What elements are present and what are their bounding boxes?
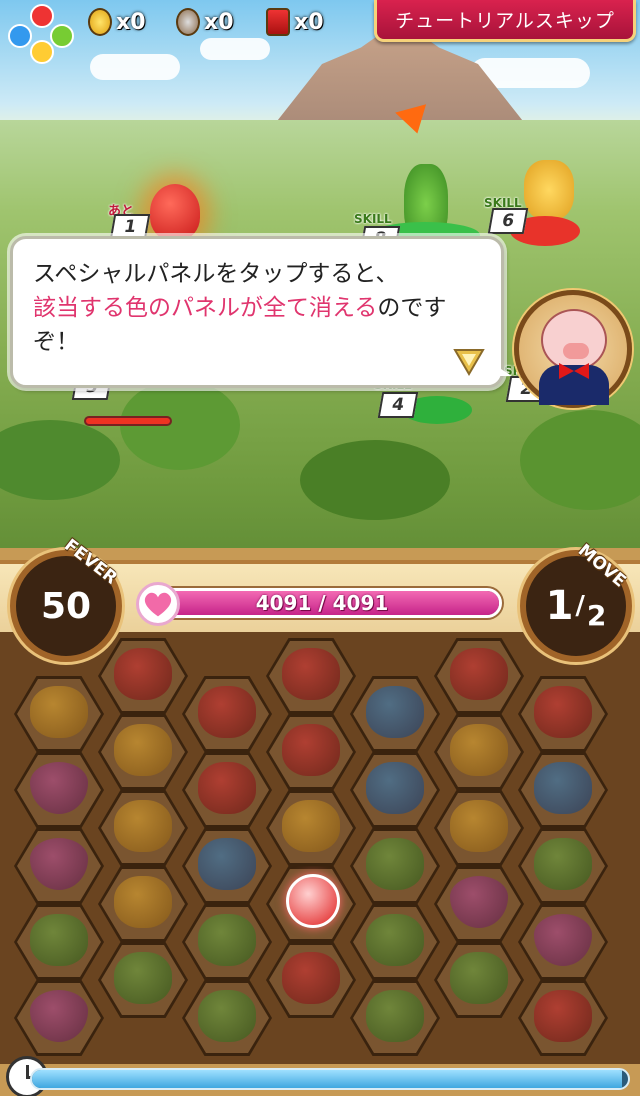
board-cell[interactable] xyxy=(98,790,188,866)
blue-slime-panel[interactable] xyxy=(198,838,256,890)
board-cell[interactable] xyxy=(14,904,104,980)
yellow-fruit-panel[interactable] xyxy=(114,724,172,776)
yellow-fruit-panel[interactable] xyxy=(450,800,508,852)
board-cell[interactable] xyxy=(182,752,272,828)
green-bean-panel[interactable] xyxy=(366,838,424,890)
board-cell[interactable] xyxy=(518,752,608,828)
dialog-line-2: 該当する色のパネルが全て消えるのです xyxy=(33,291,481,325)
move-current: 1 xyxy=(545,583,574,629)
blue-slime-panel[interactable] xyxy=(534,762,592,814)
heart-icon xyxy=(136,582,180,626)
gold-egg-counter: x0 xyxy=(88,8,146,36)
red-tomato-panel[interactable] xyxy=(534,990,592,1042)
yellow-fruit-panel[interactable] xyxy=(450,724,508,776)
board-cell[interactable] xyxy=(266,714,356,790)
puzzle-board xyxy=(0,632,640,1064)
dialog-tail xyxy=(490,362,512,376)
board-cell[interactable] xyxy=(350,904,440,980)
red-tomato-panel[interactable] xyxy=(282,648,340,700)
hp-text: 4091 / 4091 xyxy=(255,591,389,615)
move-total: 2 xyxy=(586,598,607,632)
board-cell[interactable] xyxy=(434,638,524,714)
green-bean-panel[interactable] xyxy=(450,952,508,1004)
enemy-red-pepper[interactable] xyxy=(150,184,200,240)
green-bean-panel[interactable] xyxy=(366,990,424,1042)
board-cell[interactable] xyxy=(266,638,356,714)
special-panel[interactable] xyxy=(286,874,340,928)
red-tomato-panel[interactable] xyxy=(282,952,340,1004)
enemy-5-skill-count: 4 xyxy=(377,392,419,418)
yellow-fruit-panel[interactable] xyxy=(30,686,88,738)
board-cell[interactable] xyxy=(350,980,440,1056)
enemy-3-skill-count: 6 xyxy=(487,208,529,234)
yellow-fruit-panel[interactable] xyxy=(114,876,172,928)
green-bean-panel[interactable] xyxy=(198,914,256,966)
board-cell[interactable] xyxy=(434,790,524,866)
treasure-count: x0 xyxy=(294,9,324,35)
board-cell[interactable] xyxy=(434,714,524,790)
board-cell[interactable] xyxy=(98,866,188,942)
board-cell[interactable] xyxy=(266,790,356,866)
board-cell[interactable] xyxy=(518,904,608,980)
silver-egg-count: x0 xyxy=(204,9,234,35)
silver-egg-counter: x0 xyxy=(176,8,234,36)
board-cell[interactable] xyxy=(182,676,272,752)
blue-slime-panel[interactable] xyxy=(366,762,424,814)
dialog-line-1: スペシャルパネルをタップすると、 xyxy=(33,261,399,287)
dialog-highlight: 該当する色のパネルが全て消える xyxy=(33,295,378,321)
yellow-fruit-panel[interactable] xyxy=(282,800,340,852)
red-tomato-panel[interactable] xyxy=(534,686,592,738)
tutorial-dialog[interactable]: スペシャルパネルをタップすると、 該当する色のパネルが全て消えるのです ぞ！ xyxy=(10,236,504,388)
dialog-line-2-rest: のです xyxy=(377,295,447,321)
dialog-line-3: ぞ！ xyxy=(33,329,79,355)
green-bean-panel[interactable] xyxy=(30,914,88,966)
green-bean-panel[interactable] xyxy=(534,838,592,890)
board-cell[interactable] xyxy=(14,676,104,752)
board-cell[interactable] xyxy=(518,676,608,752)
treasure-counter: x0 xyxy=(266,8,324,36)
treasure-chest-icon xyxy=(266,8,290,36)
board-cell[interactable] xyxy=(434,866,524,942)
board-cell[interactable] xyxy=(518,828,608,904)
timer-bar-fill xyxy=(32,1070,623,1088)
red-tomato-panel[interactable] xyxy=(198,686,256,738)
tutorial-skip-button[interactable]: チュートリアルスキップ xyxy=(374,0,636,42)
timer-bar xyxy=(30,1068,630,1090)
game-screen: x0 x0 x0 チュートリアルスキップ あと 1 SKILL 8 SKILL … xyxy=(0,0,640,1096)
green-bean-panel[interactable] xyxy=(198,990,256,1042)
blue-slime-panel[interactable] xyxy=(366,686,424,738)
red-tomato-panel[interactable] xyxy=(282,724,340,776)
enemy-yellow-cat[interactable] xyxy=(524,160,574,220)
board-cell[interactable] xyxy=(350,676,440,752)
board-cell[interactable] xyxy=(434,942,524,1018)
board-cell[interactable] xyxy=(182,828,272,904)
board-cell[interactable] xyxy=(98,942,188,1018)
yellow-fruit-panel[interactable] xyxy=(114,800,172,852)
board-cell[interactable] xyxy=(14,980,104,1056)
board-cell[interactable] xyxy=(350,752,440,828)
red-tomato-panel[interactable] xyxy=(198,762,256,814)
board-cell[interactable] xyxy=(182,980,272,1056)
hp-bar: 4091 / 4091 xyxy=(142,588,502,618)
red-tomato-panel[interactable] xyxy=(114,648,172,700)
green-bean-panel[interactable] xyxy=(114,952,172,1004)
element-cycle-icon xyxy=(6,4,78,70)
board-cell[interactable] xyxy=(350,828,440,904)
enemy-4-hp-bar xyxy=(84,416,172,426)
next-arrow-icon[interactable] xyxy=(452,344,486,378)
board-cell[interactable] xyxy=(266,866,356,942)
board-cell[interactable] xyxy=(266,942,356,1018)
board-cell[interactable] xyxy=(182,904,272,980)
gold-egg-icon xyxy=(88,8,112,36)
gold-egg-count: x0 xyxy=(116,9,146,35)
enemy-2-skill-label: SKILL xyxy=(354,212,392,226)
board-cell[interactable] xyxy=(518,980,608,1056)
board-cell[interactable] xyxy=(14,828,104,904)
red-tomato-panel[interactable] xyxy=(450,648,508,700)
narrator-pig-portrait xyxy=(514,290,632,408)
board-cell[interactable] xyxy=(98,714,188,790)
green-bean-panel[interactable] xyxy=(366,914,424,966)
board-cell[interactable] xyxy=(14,752,104,828)
silver-egg-icon xyxy=(176,8,200,36)
